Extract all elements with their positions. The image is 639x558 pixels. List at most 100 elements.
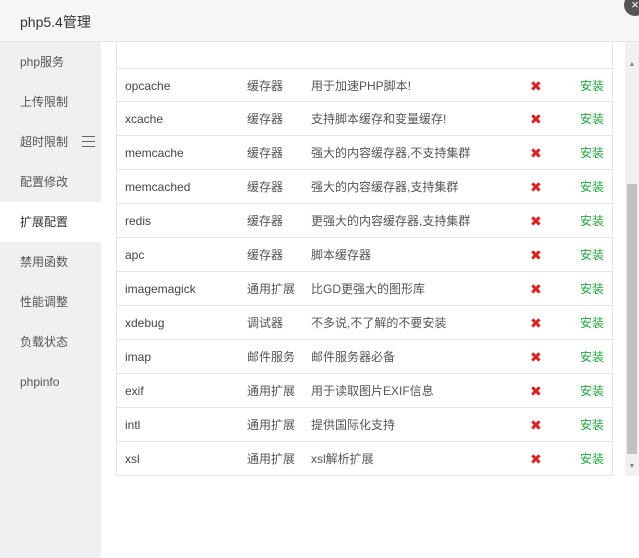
sidebar-item-extensions[interactable]: 扩展配置 — [0, 202, 101, 242]
extension-type: 邮件服务 — [247, 350, 296, 364]
extension-type: 缓存器 — [247, 79, 284, 93]
table-row: xcache 缓存器 支持脚本缓存和变量缓存! ✖ 安装 — [117, 102, 612, 136]
sidebar-item-load-status[interactable]: 负载状态 — [0, 322, 101, 362]
title-bar: php5.4管理 — [0, 0, 639, 42]
sidebar-item-php-service[interactable]: php服务 — [0, 42, 101, 82]
scroll-down-icon[interactable]: ▼ — [625, 460, 639, 474]
extension-name: xsl — [125, 452, 140, 466]
extension-description: 不多说,不了解的不要安装 — [311, 316, 447, 330]
scroll-up-icon[interactable]: ▲ — [625, 58, 639, 72]
extension-type: 通用扩展 — [247, 418, 296, 432]
sidebar-item-label: 配置修改 — [20, 175, 69, 189]
extension-type: 缓存器 — [247, 214, 284, 228]
sidebar-item-phpinfo[interactable]: phpinfo — [0, 362, 101, 402]
not-installed-icon: ✖ — [530, 315, 542, 331]
install-button[interactable]: 安装 — [580, 306, 604, 340]
extension-name: imagemagick — [125, 282, 196, 296]
extension-name: apc — [125, 248, 145, 262]
sidebar-item-label: phpinfo — [20, 375, 60, 389]
sidebar-item-config-edit[interactable]: 配置修改 — [0, 162, 101, 202]
not-installed-icon: ✖ — [530, 179, 542, 195]
sidebar-item-label: php服务 — [20, 55, 65, 69]
extension-description: 支持脚本缓存和变量缓存! — [311, 112, 447, 126]
extension-type: 调试器 — [247, 316, 284, 330]
extension-description: 脚本缓存器 — [311, 248, 372, 262]
extension-type: 缓存器 — [247, 112, 284, 126]
sidebar-item-label: 超时限制 — [20, 135, 69, 149]
table-row: memcache 缓存器 强大的内容缓存器,不支持集群 ✖ 安装 — [117, 136, 612, 170]
extension-name: memcached — [125, 180, 191, 194]
not-installed-icon: ✖ — [530, 247, 542, 263]
extension-description: 提供国际化支持 — [311, 418, 396, 432]
extension-description: xsl解析扩展 — [311, 452, 374, 466]
vertical-scrollbar[interactable]: ▲ ▼ — [625, 42, 639, 476]
table-row: xsl 通用扩展 xsl解析扩展 ✖ 安装 — [117, 442, 612, 476]
table-row: redis 缓存器 更强大的内容缓存器,支持集群 ✖ 安装 — [117, 204, 612, 238]
not-installed-icon: ✖ — [530, 383, 542, 399]
extension-description: 强大的内容缓存器,不支持集群 — [311, 146, 471, 160]
install-button[interactable]: 安装 — [580, 374, 604, 408]
sidebar-item-label: 禁用函数 — [20, 255, 69, 269]
extension-type: 通用扩展 — [247, 452, 296, 466]
not-installed-icon: ✖ — [530, 349, 542, 365]
sidebar-item-label: 性能调整 — [20, 295, 69, 309]
sidebar-item-label: 上传限制 — [20, 95, 69, 109]
sidebar-item-upload-limit[interactable]: 上传限制 — [0, 82, 101, 122]
extension-name: xcache — [125, 112, 164, 126]
not-installed-icon: ✖ — [530, 78, 542, 94]
install-button[interactable]: 安装 — [580, 408, 604, 442]
sidebar: php服务 上传限制 超时限制 配置修改 扩展配置 禁用函数 性能调整 负载状态… — [0, 42, 101, 558]
extension-name: xdebug — [125, 316, 165, 330]
extension-description: 用于加速PHP脚本! — [311, 79, 412, 93]
install-button[interactable]: 安装 — [580, 102, 604, 136]
extension-type: 缓存器 — [247, 146, 284, 160]
table-row: intl 通用扩展 提供国际化支持 ✖ 安装 — [117, 408, 612, 442]
not-installed-icon: ✖ — [530, 145, 542, 161]
install-button[interactable]: 安装 — [580, 442, 604, 476]
table-row: apc 缓存器 脚本缓存器 ✖ 安装 — [117, 238, 612, 272]
window-title: php5.4管理 — [20, 14, 91, 30]
install-button[interactable]: 安装 — [580, 340, 604, 374]
scrollbar-thumb[interactable] — [627, 184, 637, 454]
sidebar-item-label: 负载状态 — [20, 335, 69, 349]
extension-description: 邮件服务器必备 — [311, 350, 396, 364]
extension-type: 缓存器 — [247, 248, 284, 262]
extension-name: intl — [125, 418, 141, 432]
extensions-table: opcache 缓存器 用于加速PHP脚本! ✖ 安装 xcache 缓存器 支… — [116, 68, 613, 476]
table-row: exif 通用扩展 用于读取图片EXIF信息 ✖ 安装 — [117, 374, 612, 408]
not-installed-icon: ✖ — [530, 213, 542, 229]
extension-name: opcache — [125, 79, 171, 93]
not-installed-icon: ✖ — [530, 111, 542, 127]
scrolled-row-remnant — [116, 42, 613, 68]
sidebar-item-timeout-limit[interactable]: 超时限制 — [0, 122, 101, 162]
table-row: opcache 缓存器 用于加速PHP脚本! ✖ 安装 — [117, 68, 612, 102]
extension-description: 比GD更强大的图形库 — [311, 282, 426, 296]
sidebar-item-label: 扩展配置 — [20, 215, 69, 229]
install-button[interactable]: 安装 — [580, 69, 604, 103]
sidebar-item-performance[interactable]: 性能调整 — [0, 282, 101, 322]
extension-name: imap — [125, 350, 152, 364]
install-button[interactable]: 安装 — [580, 272, 604, 306]
extensions-panel[interactable]: opcache 缓存器 用于加速PHP脚本! ✖ 安装 xcache 缓存器 支… — [101, 42, 625, 558]
extension-description: 用于读取图片EXIF信息 — [311, 384, 434, 398]
hamburger-menu-icon[interactable] — [82, 136, 95, 147]
extension-type: 通用扩展 — [247, 384, 296, 398]
install-button[interactable]: 安装 — [580, 204, 604, 238]
sidebar-item-disabled-functions[interactable]: 禁用函数 — [0, 242, 101, 282]
not-installed-icon: ✖ — [530, 451, 542, 467]
extension-name: memcache — [125, 146, 184, 160]
table-row: imap 邮件服务 邮件服务器必备 ✖ 安装 — [117, 340, 612, 374]
not-installed-icon: ✖ — [530, 417, 542, 433]
install-button[interactable]: 安装 — [580, 170, 604, 204]
extension-name: redis — [125, 214, 152, 228]
table-row: memcached 缓存器 强大的内容缓存器,支持集群 ✖ 安装 — [117, 170, 612, 204]
install-button[interactable]: 安装 — [580, 136, 604, 170]
not-installed-icon: ✖ — [530, 281, 542, 297]
extension-name: exif — [125, 384, 144, 398]
extension-description: 强大的内容缓存器,支持集群 — [311, 180, 459, 194]
table-row: xdebug 调试器 不多说,不了解的不要安装 ✖ 安装 — [117, 306, 612, 340]
install-button[interactable]: 安装 — [580, 238, 604, 272]
extension-description: 更强大的内容缓存器,支持集群 — [311, 214, 471, 228]
table-row: imagemagick 通用扩展 比GD更强大的图形库 ✖ 安装 — [117, 272, 612, 306]
extension-type: 通用扩展 — [247, 282, 296, 296]
